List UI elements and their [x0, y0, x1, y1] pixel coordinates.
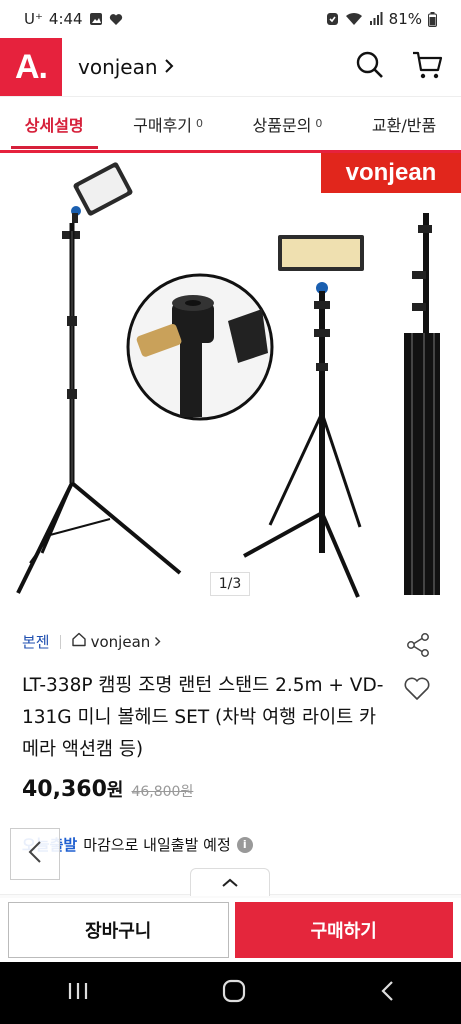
info-icon[interactable]: i: [236, 836, 253, 853]
home-icon: [71, 632, 87, 651]
system-navigation-bar: [0, 962, 461, 1024]
tab-questions[interactable]: 상품문의 0: [253, 97, 323, 151]
app-screen: U⁺ 4:44 81% A. vonjean 상세설명 구매후기 0 상품문의 …: [0, 0, 461, 1024]
add-to-cart-button[interactable]: 장바구니: [8, 902, 229, 958]
brand-tag[interactable]: 본젠: [22, 631, 50, 652]
brand-banner: vonjean: [321, 153, 461, 193]
battery-label: 81%: [388, 10, 422, 28]
tab-label: 교환/반품: [371, 115, 437, 135]
sale-price: 40,360원: [22, 776, 123, 802]
ballhead-detail-zoom: [126, 273, 274, 421]
share-icon[interactable]: [405, 632, 431, 662]
tab-label: 상세설명: [24, 115, 84, 135]
recent-apps-icon[interactable]: [67, 981, 89, 1005]
store-link[interactable]: vonjean: [78, 55, 174, 79]
tab-returns[interactable]: 교환/반품: [372, 97, 436, 151]
back-button[interactable]: [10, 828, 60, 880]
chevron-right-icon: [164, 55, 174, 79]
wifi-icon: [345, 12, 363, 26]
divider: [59, 634, 61, 649]
tab-label: 상품문의: [252, 115, 312, 135]
tab-description[interactable]: 상세설명: [10, 97, 98, 151]
back-nav-icon[interactable]: [380, 980, 394, 1006]
carrier-label: U⁺: [24, 10, 43, 28]
shop-link[interactable]: vonjean: [71, 632, 162, 651]
heart-notification-icon: [109, 13, 123, 26]
price-value: 40,360: [22, 777, 107, 802]
price-unit: 원: [106, 780, 124, 801]
tab-count: 0: [196, 117, 204, 130]
delivery-text: 마감으로 내일출발 예정: [83, 836, 231, 854]
folded-stand-illustration: [404, 213, 440, 595]
wishlist-heart-icon[interactable]: [403, 676, 431, 706]
search-icon[interactable]: [355, 50, 385, 84]
chevron-left-icon: [28, 840, 42, 868]
home-logo[interactable]: A.: [0, 38, 62, 96]
tab-count: 0: [315, 117, 323, 130]
price-row: 40,360원 46,800원: [22, 776, 193, 802]
chevron-right-icon: [154, 633, 161, 651]
product-photo: [16, 162, 440, 598]
signal-icon: [369, 12, 383, 26]
purchase-action-bar: 장바구니 구매하기: [0, 898, 461, 962]
product-title: LT-338P 캠핑 조명 랜턴 스탠드 2.5m + VD-131G 미니 볼…: [22, 675, 384, 760]
image-counter: 1/3: [210, 572, 250, 596]
collapse-button[interactable]: [190, 868, 270, 896]
tab-label: 구매후기: [133, 115, 193, 135]
buy-now-button[interactable]: 구매하기: [234, 902, 453, 958]
original-price: 46,800원: [131, 784, 194, 800]
battery-icon: [428, 11, 437, 27]
status-bar: U⁺ 4:44 81%: [0, 0, 461, 38]
home-button-icon[interactable]: [222, 979, 246, 1007]
app-header: A. vonjean: [0, 38, 461, 96]
cart-icon[interactable]: [411, 50, 443, 84]
product-image-carousel[interactable]: vonjean 1/3: [0, 153, 461, 608]
store-name: vonjean: [78, 55, 158, 79]
chevron-up-icon: [221, 873, 239, 892]
gallery-notification-icon: [89, 12, 103, 26]
product-tabs: 상세설명 구매후기 0 상품문의 0 교환/반품: [0, 96, 461, 150]
tab-reviews[interactable]: 구매후기 0: [133, 97, 203, 151]
stand-with-panel-illustration: [243, 235, 364, 598]
shop-name: vonjean: [90, 632, 151, 651]
product-meta-row: 본젠 vonjean: [22, 631, 161, 652]
clock: 4:44: [48, 10, 83, 28]
data-saver-icon: [326, 12, 339, 26]
